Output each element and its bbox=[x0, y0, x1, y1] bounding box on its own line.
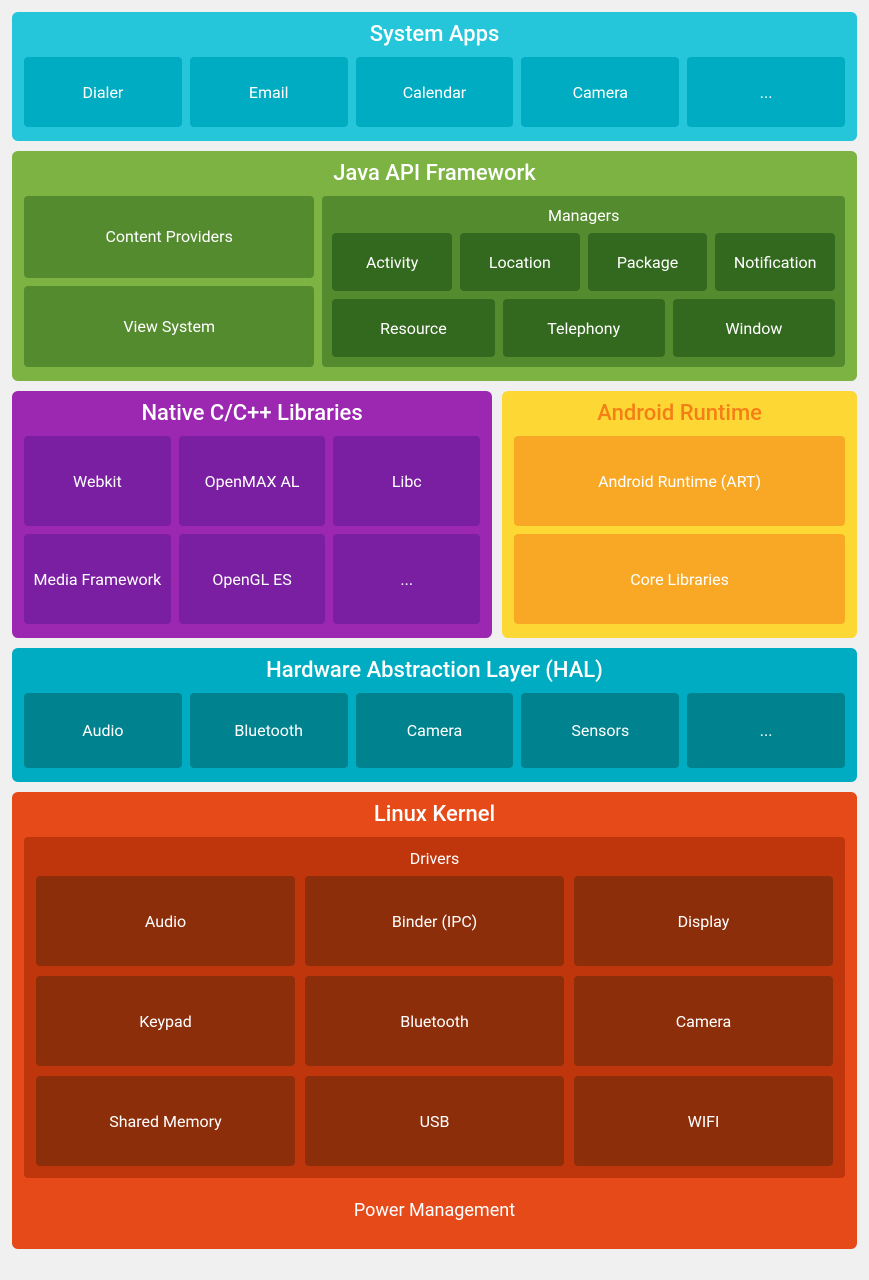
native-lib-item: Libc bbox=[333, 436, 480, 526]
hal-grid: AudioBluetoothCameraSensors... bbox=[24, 693, 845, 768]
driver-item: USB bbox=[305, 1076, 564, 1166]
power-management: Power Management bbox=[24, 1186, 845, 1235]
linux-kernel-layer: Linux Kernel Drivers AudioBinder (IPC)Di… bbox=[12, 792, 857, 1249]
managers-title: Managers bbox=[332, 206, 835, 225]
native-lib-item: OpenMAX AL bbox=[179, 436, 326, 526]
middle-row: Native C/C++ Libraries WebkitOpenMAX ALL… bbox=[12, 391, 857, 638]
system-apps-title: System Apps bbox=[24, 22, 845, 47]
driver-item: Camera bbox=[574, 976, 833, 1066]
native-grid: WebkitOpenMAX ALLibc Media FrameworkOpenG… bbox=[24, 436, 480, 624]
runtime-item: Core Libraries bbox=[514, 534, 845, 624]
native-lib-item: Webkit bbox=[24, 436, 171, 526]
manager-item: Activity bbox=[332, 233, 452, 291]
manager-item: Window bbox=[673, 299, 835, 357]
native-libs-layer: Native C/C++ Libraries WebkitOpenMAX ALL… bbox=[12, 391, 492, 638]
system-apps-layer: System Apps DialerEmailCalendarCamera... bbox=[12, 12, 857, 141]
native-lib-item: ... bbox=[333, 534, 480, 624]
linux-kernel-title: Linux Kernel bbox=[24, 802, 845, 827]
system-app-item: ... bbox=[687, 57, 845, 127]
system-app-item: Dialer bbox=[24, 57, 182, 127]
android-runtime-layer: Android Runtime Android Runtime (ART)Cor… bbox=[502, 391, 857, 638]
manager-item: Telephony bbox=[503, 299, 665, 357]
drivers-title: Drivers bbox=[36, 849, 833, 868]
managers-panel: Managers ActivityLocationPackageNotifica… bbox=[322, 196, 845, 367]
java-api-title: Java API Framework bbox=[24, 161, 845, 186]
hal-item: Sensors bbox=[521, 693, 679, 768]
drivers-grid: AudioBinder (IPC)Display KeypadBluetoothC… bbox=[36, 876, 833, 1166]
driver-item: WIFI bbox=[574, 1076, 833, 1166]
system-app-item: Email bbox=[190, 57, 348, 127]
android-runtime-title: Android Runtime bbox=[514, 401, 845, 426]
manager-item: Resource bbox=[332, 299, 494, 357]
runtime-item: Android Runtime (ART) bbox=[514, 436, 845, 526]
system-apps-grid: DialerEmailCalendarCamera... bbox=[24, 57, 845, 127]
java-api-left: Content ProvidersView System bbox=[24, 196, 314, 367]
java-api-content: Content ProvidersView System Managers Ac… bbox=[24, 196, 845, 367]
system-app-item: Calendar bbox=[356, 57, 514, 127]
driver-item: Binder (IPC) bbox=[305, 876, 564, 966]
manager-item: Notification bbox=[715, 233, 835, 291]
system-app-item: Camera bbox=[521, 57, 679, 127]
native-lib-item: OpenGL ES bbox=[179, 534, 326, 624]
driver-item: Display bbox=[574, 876, 833, 966]
manager-item: Package bbox=[588, 233, 708, 291]
driver-item: Keypad bbox=[36, 976, 295, 1066]
java-api-left-item: View System bbox=[24, 286, 314, 368]
hal-item: Camera bbox=[356, 693, 514, 768]
hal-item: Audio bbox=[24, 693, 182, 768]
driver-item: Shared Memory bbox=[36, 1076, 295, 1166]
drivers-inner: Drivers AudioBinder (IPC)Display KeypadBl… bbox=[24, 837, 845, 1178]
manager-item: Location bbox=[460, 233, 580, 291]
java-api-left-item: Content Providers bbox=[24, 196, 314, 278]
managers-grid-row1: ActivityLocationPackageNotification bbox=[332, 233, 835, 291]
driver-item: Bluetooth bbox=[305, 976, 564, 1066]
driver-item: Audio bbox=[36, 876, 295, 966]
hal-layer: Hardware Abstraction Layer (HAL) AudioBl… bbox=[12, 648, 857, 782]
hal-item: Bluetooth bbox=[190, 693, 348, 768]
runtime-grid: Android Runtime (ART)Core Libraries bbox=[514, 436, 845, 624]
hal-item: ... bbox=[687, 693, 845, 768]
hal-title: Hardware Abstraction Layer (HAL) bbox=[24, 658, 845, 683]
native-libs-title: Native C/C++ Libraries bbox=[24, 401, 480, 426]
native-lib-item: Media Framework bbox=[24, 534, 171, 624]
managers-grid-row2: ResourceTelephonyWindow bbox=[332, 299, 835, 357]
java-api-layer: Java API Framework Content ProvidersView… bbox=[12, 151, 857, 381]
